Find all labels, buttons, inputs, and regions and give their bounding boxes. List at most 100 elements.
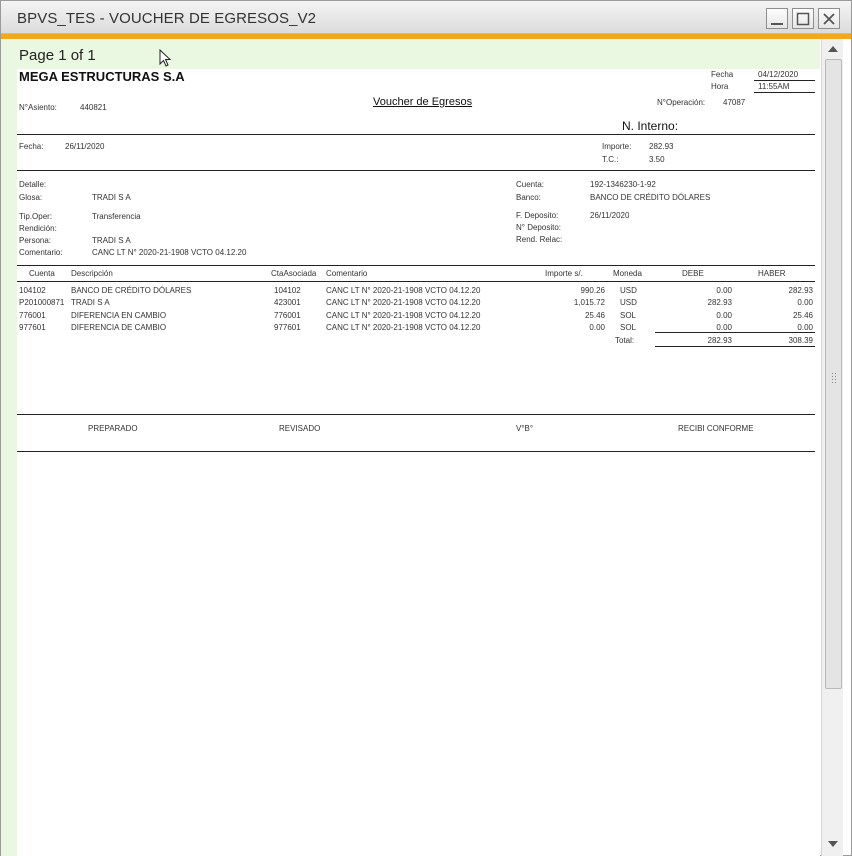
viewer-toolbar-band [7,39,820,69]
close-button[interactable] [818,8,840,29]
cell-comentario: CANC LT N° 2020-21-1908 VCTO 04.12.20 [326,323,481,332]
th-importe: Importe s/. [545,269,583,278]
cell-moneda: SOL [620,323,637,332]
viewer-margin [1,39,17,856]
minimize-button[interactable] [766,8,788,29]
sig-revisado: REVISADO [279,424,321,433]
sig-recibi: RECIBI CONFORME [678,424,754,433]
divider [17,134,815,135]
tipoper-label: Tip.Oper: [19,212,53,221]
mouse-cursor-icon [159,49,172,67]
report-viewer[interactable]: Page 1 of 1 [1,39,820,856]
asiento-value: 440821 [80,103,107,112]
page-info: Page 1 of 1 [19,47,96,64]
scroll-down-icon[interactable] [825,836,841,852]
cell-ctaasociada: 776001 [274,311,301,320]
total-debe: 282.93 [707,336,732,345]
cell-descripcion: DIFERENCIA DE CAMBIO [71,323,167,332]
close-icon [823,13,835,25]
cell-descripcion: BANCO DE CRÉDITO DÓLARES [71,286,192,295]
banco-label: Banco: [516,193,541,202]
cell-moneda: SOL [620,311,637,320]
cell-moneda: USD [620,298,637,307]
th-debe: DEBE [682,269,704,278]
fecha2-label: Fecha: [19,142,44,151]
cell-haber: 25.46 [792,311,813,320]
fecha2-value: 26/11/2020 [65,142,105,151]
importe-value: 282.93 [649,142,674,151]
cell-cuenta: P201000871 [19,298,65,307]
table-header-line [17,281,815,282]
fdeposito-value: 26/11/2020 [590,211,630,220]
scroll-up-icon[interactable] [825,41,841,57]
voucher-title: Voucher de Egresos [373,96,473,108]
cell-debe: 282.93 [707,298,732,307]
th-haber: HABER [758,269,786,278]
th-comentario: Comentario [326,269,368,278]
cell-haber: 0.00 [797,298,813,307]
cell-haber: 282.93 [788,286,813,295]
cell-debe: 0.00 [716,286,732,295]
th-ctaasociada: CtaAsociada [271,269,317,278]
operacion-value: 47087 [723,98,746,107]
vertical-scrollbar[interactable] [821,39,843,856]
total-underline [655,346,815,347]
fecha-underline [754,80,815,81]
importe-label: Importe: [602,142,632,151]
cell-ctaasociada: 423001 [274,298,301,307]
total-line [655,332,815,333]
signature-bottom-line [17,451,815,452]
cell-ctaasociada: 977601 [274,323,301,332]
cell-moneda: USD [620,286,637,295]
hora-value: 11:55AM [758,82,790,91]
comentario-label: Comentario: [19,248,63,257]
signature-top-line [17,414,815,415]
cell-cuenta: 776001 [19,311,46,320]
sig-vobo: V°B° [516,424,534,433]
cell-importe: 990.26 [580,286,605,295]
hora-label: Hora [711,82,729,91]
cell-importe: 0.00 [589,323,605,332]
minimize-icon [771,23,783,25]
company-name: MEGA ESTRUCTURAS S.A [19,69,185,84]
th-descripcion: Descripción [71,269,113,278]
cell-ctaasociada: 104102 [274,286,301,295]
asiento-label: N°Asiento: [19,103,57,112]
detalle-label: Detalle: [19,180,47,189]
report-window: BPVS_TES - VOUCHER DE EGRESOS_V2 Page 1 … [0,0,852,856]
glosa-value: TRADI S A [92,193,131,202]
rendicion-label: Rendición: [19,224,57,233]
cuenta-label: Cuenta: [516,180,545,189]
ndeposito-label: N° Deposito: [516,223,561,232]
th-cuenta: Cuenta [29,269,55,278]
cell-importe: 1,015.72 [573,298,605,307]
scroll-thumb[interactable] [825,59,842,689]
glosa-label: Glosa: [19,193,43,202]
cell-descripcion: DIFERENCIA EN CAMBIO [71,311,167,320]
title-bar[interactable]: BPVS_TES - VOUCHER DE EGRESOS_V2 [1,1,851,34]
th-moneda: Moneda [613,269,642,278]
hora-underline [754,92,815,93]
comentario-value: CANC LT N° 2020-21-1908 VCTO 04.12.20 [92,248,247,257]
fecha-label: Fecha [711,70,734,79]
total-label: Total: [615,336,635,345]
fecha-value: 04/12/2020 [758,70,799,79]
tc-value: 3.50 [649,155,665,164]
cuenta-value: 192-1346230-1-92 [590,180,656,189]
table-top-line [17,265,815,266]
operacion-label: N°Operación: [657,98,706,107]
tipoper-value: Transferencia [92,212,141,221]
cell-cuenta: 977601 [19,323,46,332]
persona-value: TRADI S A [92,236,131,245]
ninterno-label: N. Interno: [622,119,679,133]
cell-cuenta: 104102 [19,286,46,295]
cell-comentario: CANC LT N° 2020-21-1908 VCTO 04.12.20 [326,298,481,307]
maximize-button[interactable] [792,8,814,29]
rendrelac-label: Rend. Relac: [516,235,563,244]
cell-debe: 0.00 [716,311,732,320]
cell-comentario: CANC LT N° 2020-21-1908 VCTO 04.12.20 [326,311,481,320]
sig-preparado: PREPARADO [88,424,138,433]
cell-descripcion: TRADI S A [71,298,110,307]
tc-label: T.C.: [602,155,619,164]
divider [17,170,815,171]
